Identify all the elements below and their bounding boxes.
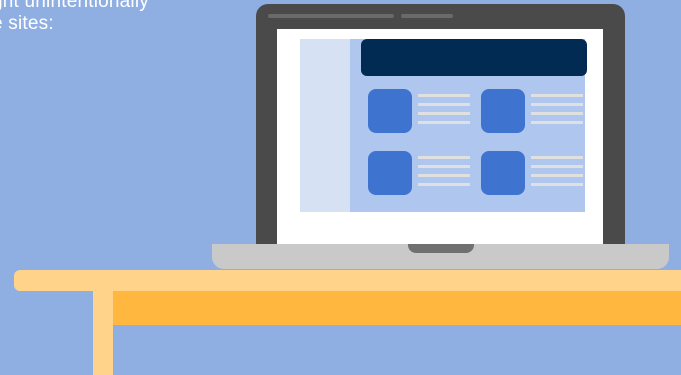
screen-sidebar bbox=[300, 39, 350, 212]
caption-line-2: e sites: bbox=[0, 13, 54, 34]
laptop-screen bbox=[277, 29, 603, 245]
screen-text-lines bbox=[418, 151, 470, 195]
laptop-topbar-short bbox=[401, 14, 453, 18]
desk-front-panel bbox=[112, 291, 681, 325]
laptop bbox=[256, 4, 625, 252]
screen-header-bar bbox=[361, 39, 587, 76]
caption-text: ght unintentionally e sites: bbox=[0, 0, 149, 35]
screen-text-lines bbox=[531, 151, 583, 195]
screen-text-lines bbox=[531, 89, 583, 133]
screen-tile bbox=[481, 151, 525, 195]
illustration-scene: ght unintentionally e sites: bbox=[0, 0, 681, 375]
laptop-topbar-long bbox=[268, 14, 394, 18]
laptop-notch bbox=[408, 244, 474, 253]
screen-tile bbox=[481, 89, 525, 133]
screen-text-lines bbox=[418, 89, 470, 133]
laptop-base bbox=[212, 244, 669, 269]
screen-tile bbox=[368, 89, 412, 133]
caption-line-1: ght unintentionally bbox=[0, 0, 149, 12]
desk-leg bbox=[93, 291, 113, 375]
screen-tile bbox=[368, 151, 412, 195]
desk-top bbox=[14, 270, 681, 291]
